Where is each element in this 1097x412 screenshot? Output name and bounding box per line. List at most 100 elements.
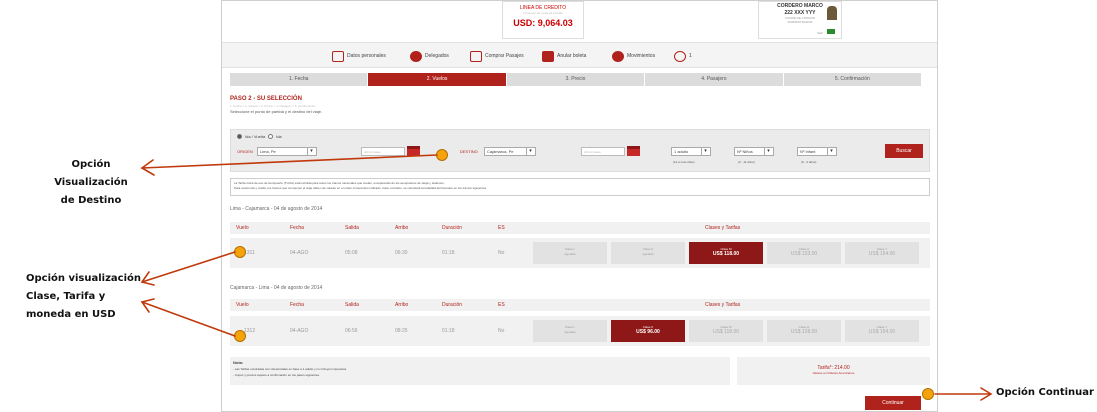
fare-option[interactable]: Clase M US$ 118.00: [689, 320, 763, 342]
fare-option[interactable]: Clase L Agotado: [533, 320, 607, 342]
flight-departure: 06:56: [345, 328, 358, 334]
col-duracion: Duración: [442, 225, 463, 231]
annotation-marker-clase-2: [234, 330, 246, 342]
menu-extra[interactable]: 1: [674, 49, 692, 63]
departure-date-input[interactable]: dd/mm/aaaa: [361, 147, 405, 156]
step-fecha[interactable]: 1. Fecha: [230, 73, 369, 86]
fare-option[interactable]: Clase H US$ 128.00: [767, 320, 841, 342]
col-duracion: Duración: [442, 302, 463, 308]
fare-price: US$ 133.00: [790, 251, 818, 257]
col-es: ES: [498, 225, 505, 231]
menu-comprar-pasajes[interactable]: Comprar Pasajes: [470, 49, 524, 63]
menu-label: 1: [689, 53, 692, 59]
step-pasajero[interactable]: 4. Pasajero: [645, 73, 784, 86]
step-confirmacion[interactable]: 5. Confirmación: [783, 73, 923, 86]
top-header: LINEA DE CREDITO Consumo de Linea de Cre…: [222, 1, 937, 41]
table-header-outbound: Vuelo Fecha Salida Arribo Duración ES Cl…: [230, 222, 930, 234]
callout-clase-line2: Clase, Tarifa y: [26, 291, 106, 302]
movements-icon: [612, 50, 624, 62]
fare-option[interactable]: Clase Y US$ 154.00: [845, 320, 919, 342]
callout-clase-line3: moneda en USD: [26, 309, 116, 320]
infants-value: Nº Infant: [800, 149, 816, 154]
col-arribo: Arribo: [395, 302, 409, 308]
buscar-button[interactable]: Buscar: [885, 144, 923, 158]
ticket-icon: [542, 50, 554, 62]
calendar-icon[interactable]: [407, 146, 420, 156]
credit-box: LINEA DE CREDITO Consumo de Linea de Cre…: [502, 1, 584, 39]
step-precio[interactable]: 3. Precio: [506, 73, 646, 86]
breadcrumb: 1. Fecha > 2. Vuelos > 3. Precio > 4. Pa…: [230, 104, 316, 108]
fare-option[interactable]: Clase L Agotado: [533, 242, 607, 264]
callout-continuar: Opción Continuar: [996, 387, 1094, 398]
fare-option-selected[interactable]: Clase M US$ 118.00: [689, 242, 763, 264]
total-box: Tarifa*: 214.00 Valores en Dólares Ameri…: [737, 357, 930, 385]
step-vuelos[interactable]: 2. Vuelos: [368, 73, 507, 86]
radio-oneway-label: Ida: [276, 134, 282, 139]
radio-oneway[interactable]: [268, 134, 274, 139]
fare-price: US$ 128.00: [790, 329, 818, 335]
fare-price: US$ 118.00: [712, 329, 740, 335]
flight-duration: 01:18: [442, 328, 455, 334]
info-box: La Tarifa única de uso de Aeropuerto (TU…: [230, 178, 930, 196]
page-title: PASO 2 - SU SELECCIÓN: [230, 96, 302, 102]
origen-label: ORIGEN: [237, 149, 253, 154]
note-line2: - Cupos y precios sujetos a confirmación…: [233, 373, 320, 377]
col-fecha: Fecha: [290, 302, 304, 308]
col-vuelo: Vuelo: [236, 225, 249, 231]
col-salida: Salida: [345, 225, 359, 231]
wizard-steps: 1. Fecha 2. Vuelos 3. Precio 4. Pasajero…: [230, 73, 923, 86]
fare-price: Agotado: [564, 330, 576, 334]
radio-roundtrip-label: Ida / Vuelta: [245, 134, 266, 139]
children-value: Nº Niños: [737, 149, 753, 154]
page-instructions: Seleccione el punto de partida y el dest…: [230, 109, 323, 114]
col-es: ES: [498, 302, 505, 308]
flight-duration: 01:18: [442, 250, 455, 256]
table-row: 1312 04-AGO 06:56 08:25 01:18 No Clase L…: [230, 316, 930, 346]
fare-option-selected[interactable]: Clase K US$ 96.00: [611, 320, 685, 342]
origen-value: Lima, Pe: [260, 149, 276, 154]
chevron-down-icon: ▾: [827, 148, 835, 155]
menu-movimientos[interactable]: Movimientos: [612, 49, 655, 63]
col-salida: Salida: [345, 302, 359, 308]
annotation-marker-continuar: [922, 388, 934, 400]
user-sub2: ADMINISTRADOR: [787, 20, 813, 24]
infants-select[interactable]: Nº Infant ▾: [797, 147, 837, 156]
radio-roundtrip[interactable]: [237, 134, 242, 139]
table-row: 1311 04-AGO 05:08 06:30 01:18 No Clase L…: [230, 238, 930, 268]
menu-datos-personales[interactable]: Datos personales: [332, 49, 386, 63]
fare-option[interactable]: Clase H US$ 133.00: [767, 242, 841, 264]
flight-date: 04-AGO: [290, 328, 309, 334]
annotation-marker-clase-1: [234, 246, 246, 258]
menu-label: Anular boleta: [557, 53, 587, 59]
help-icon: [674, 50, 686, 62]
origen-select[interactable]: Lima, Pe ▾: [257, 147, 317, 156]
destino-label: DESTINO: [460, 149, 478, 154]
continuar-button[interactable]: Continuar: [865, 396, 921, 410]
return-date-input[interactable]: dd/mm/aaaa: [581, 147, 625, 156]
fare-option[interactable]: Clase Y US$ 154.00: [845, 242, 919, 264]
callout-destino: Opción Visualización de Destino: [36, 156, 146, 210]
fare-option[interactable]: Clase K Agotado: [611, 242, 685, 264]
menu-label: Datos personales: [347, 53, 386, 59]
fare-price: US$ 118.00: [712, 251, 740, 257]
fare-price: US$ 154.00: [868, 329, 896, 335]
note-title: Nota:: [233, 360, 244, 365]
total-sub: Valores en Dólares Americanos: [812, 371, 855, 375]
info-line2: Para vuelos ida y vuelta, los tramos que…: [234, 186, 487, 190]
col-arribo: Arribo: [395, 225, 409, 231]
menu-anular-boleta[interactable]: Anular boleta: [542, 49, 586, 63]
flight-date: 04-AGO: [290, 250, 309, 256]
destino-select[interactable]: Cajamarca, Pe ▾: [484, 147, 536, 156]
children-select[interactable]: Nº Niños ▾: [734, 147, 774, 156]
col-fecha: Fecha: [290, 225, 304, 231]
logout-link[interactable]: Salir: [817, 31, 823, 35]
menu-delegados[interactable]: Delegados: [410, 49, 449, 63]
adults-select[interactable]: 1 adulto ▾: [671, 147, 711, 156]
calendar-icon[interactable]: [627, 146, 640, 156]
callout-clase-line1: Opción visualización: [26, 273, 142, 284]
chevron-down-icon: ▾: [307, 148, 315, 155]
flag-icon: [827, 29, 835, 34]
menu-label: Movimientos: [627, 53, 656, 59]
annotation-marker-destino: [436, 149, 448, 161]
menu-label: Delegados: [425, 53, 449, 59]
